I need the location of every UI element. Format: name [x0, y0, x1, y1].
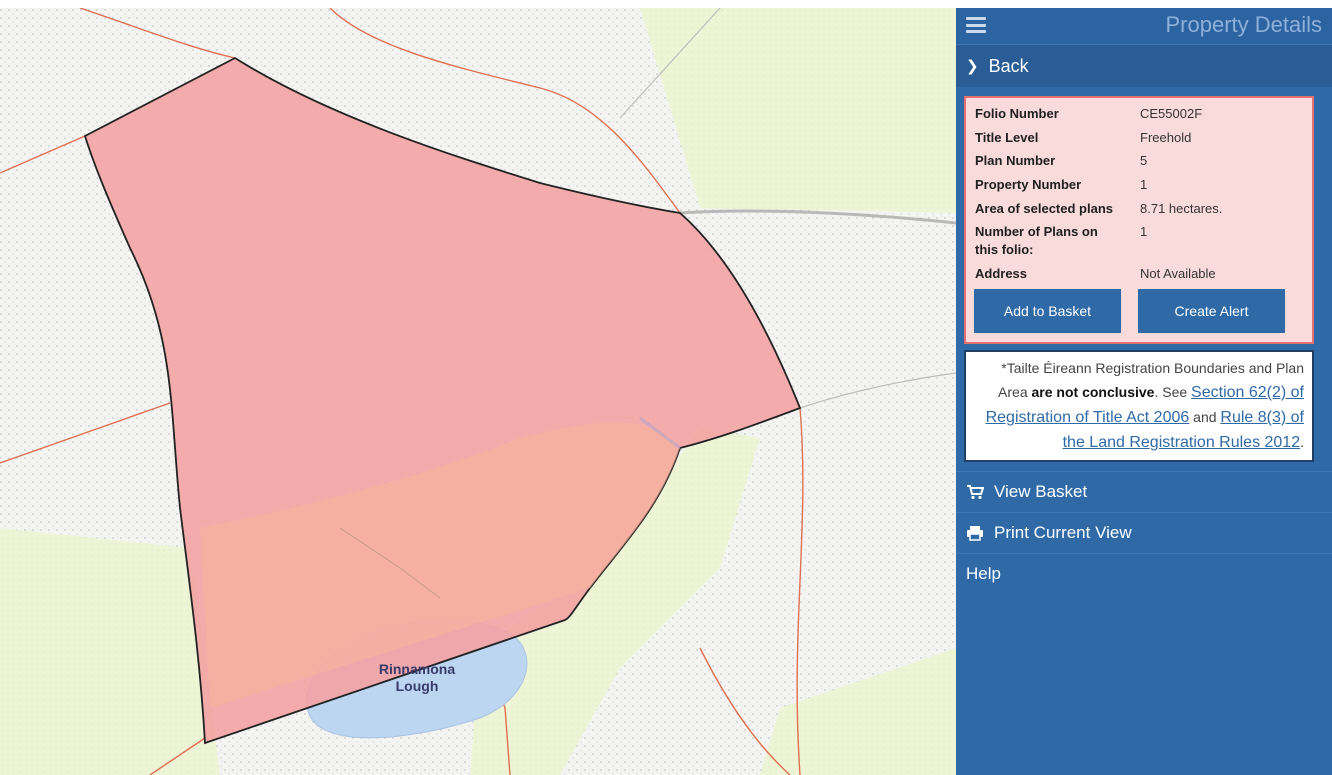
num-plans-label-line1: Number of Plans on — [975, 224, 1098, 239]
chevron-right-icon: ❯ — [966, 58, 979, 75]
address-label: Address — [975, 266, 1028, 281]
lake-label: Rinnamona Lough — [357, 661, 477, 695]
plan-number-value: 5 — [1140, 153, 1148, 168]
notice-text3: . See — [1154, 384, 1188, 400]
notice-text2: Area — [998, 384, 1028, 400]
num-plans-value: 1 — [1140, 224, 1148, 239]
notice-text4: and — [1193, 409, 1217, 425]
title-level-label: Title Level — [975, 130, 1039, 145]
title-level-value: Freehold — [1140, 130, 1192, 145]
lake-label-line1: Rinnamona — [378, 661, 456, 677]
print-view-label: Print Current View — [994, 522, 1132, 542]
print-icon — [967, 525, 983, 541]
detail-row-area: Area of selected plans 8.71 hectares. — [975, 200, 1307, 218]
folio-number-label: Folio Number — [975, 106, 1059, 121]
folio-number-value: CE55002F — [1140, 106, 1203, 121]
property-details-panel: Property Details ❯ Back Folio Number CE5… — [956, 8, 1332, 775]
property-number-label: Property Number — [975, 177, 1082, 192]
area-value: 8.71 hectares. — [1140, 201, 1223, 216]
view-basket-label: View Basket — [994, 481, 1088, 501]
detail-row-title-level: Title Level Freehold — [975, 129, 1307, 147]
detail-row-num-plans: Number of Plans on this folio: 1 — [975, 223, 1307, 259]
hamburger-menu-icon[interactable] — [966, 17, 986, 33]
notice-text5: . — [1300, 434, 1304, 450]
area-label: Area of selected plans — [975, 201, 1113, 216]
detail-row-address: Address Not Available — [975, 265, 1307, 283]
back-button[interactable]: ❯ Back — [956, 44, 1332, 87]
back-label: Back — [988, 55, 1029, 76]
create-alert-button[interactable]: Create Alert — [1138, 289, 1285, 333]
notice-text1: *Tailte Éireann Registration Boundaries … — [1001, 360, 1304, 376]
cart-icon — [967, 484, 984, 499]
help-label: Help — [966, 563, 1001, 583]
panel-title: Property Details — [1165, 12, 1322, 37]
detail-row-plan-number: Plan Number 5 — [975, 152, 1307, 170]
num-plans-label: Number of Plans on this folio: — [975, 223, 1140, 259]
help-menu-item[interactable]: Help — [956, 553, 1332, 593]
disclaimer-notice: *Tailte Éireann Registration Boundaries … — [964, 350, 1314, 462]
property-details-box: Folio Number CE55002F Title Level Freeho… — [964, 96, 1314, 344]
view-basket-menu-item[interactable]: View Basket — [956, 471, 1332, 511]
plan-number-label: Plan Number — [975, 153, 1056, 168]
address-value: Not Available — [1140, 266, 1216, 281]
print-view-menu-item[interactable]: Print Current View — [956, 512, 1332, 552]
detail-row-property-number: Property Number 1 — [975, 176, 1307, 194]
detail-row-folio: Folio Number CE55002F — [975, 105, 1307, 123]
add-to-basket-button[interactable]: Add to Basket — [974, 289, 1121, 333]
num-plans-label-line2: this folio: — [975, 242, 1034, 257]
property-number-value: 1 — [1140, 177, 1148, 192]
lake-label-line2: Lough — [395, 678, 439, 694]
notice-bold: are not conclusive — [1031, 384, 1155, 400]
panel-header: Property Details — [956, 8, 1332, 44]
map-canvas[interactable] — [0, 8, 956, 775]
map-view[interactable]: Rinnamona Lough — [0, 8, 956, 775]
